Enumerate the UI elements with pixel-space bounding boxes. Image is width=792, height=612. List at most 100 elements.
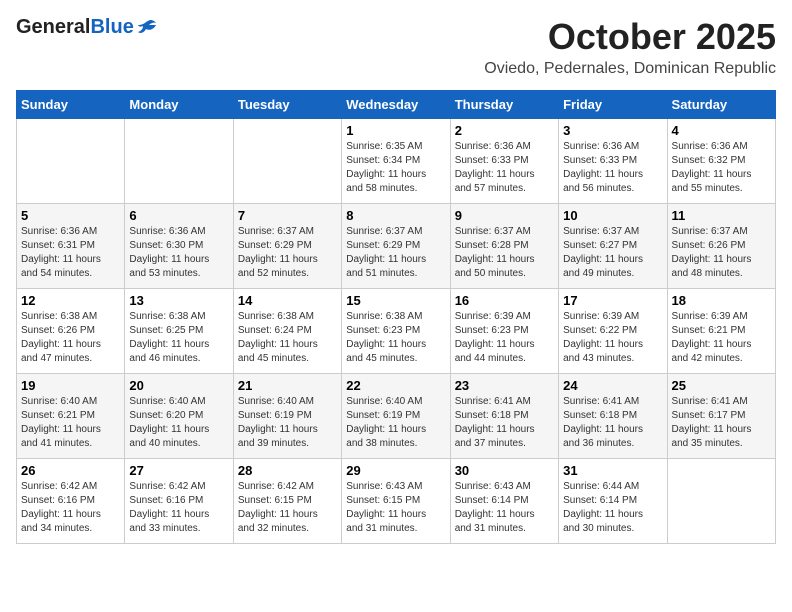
- day-number: 18: [672, 293, 771, 308]
- col-monday: Monday: [125, 91, 233, 119]
- day-info: Sunrise: 6:39 AMSunset: 6:23 PMDaylight:…: [455, 310, 554, 366]
- day-number: 23: [455, 378, 554, 393]
- col-saturday: Saturday: [667, 91, 775, 119]
- table-row: 11Sunrise: 6:37 AMSunset: 6:26 PMDayligh…: [667, 204, 775, 289]
- col-tuesday: Tuesday: [233, 91, 341, 119]
- table-row: 31 Sunrise: 6:44 AMSunset: 6:14 PMDayligh…: [559, 459, 667, 544]
- calendar-week-row: 12Sunrise: 6:38 AMSunset: 6:26 PMDayligh…: [17, 289, 776, 374]
- calendar-week-row: 26 Sunrise: 6:42 AMSunset: 6:16 PMDayligh…: [17, 459, 776, 544]
- table-row: 16 Sunrise: 6:39 AMSunset: 6:23 PMDayligh…: [450, 289, 558, 374]
- table-row: [233, 119, 341, 204]
- table-row: 18 Sunrise: 6:39 AMSunset: 6:21 PMDayligh…: [667, 289, 775, 374]
- table-row: 6 Sunrise: 6:36 AMSunset: 6:30 PMDaylight…: [125, 204, 233, 289]
- day-info: Sunrise: 6:40 AMSunset: 6:19 PMDaylight:…: [346, 395, 445, 451]
- day-number: 1: [346, 123, 445, 138]
- day-number: 21: [238, 378, 337, 393]
- title-section: October 2025 Oviedo, Pedernales, Dominic…: [484, 16, 776, 78]
- table-row: 3 Sunrise: 6:36 AMSunset: 6:33 PMDaylight…: [559, 119, 667, 204]
- day-number: 6: [129, 208, 228, 223]
- day-number: 31: [563, 463, 662, 478]
- day-number: 16: [455, 293, 554, 308]
- day-number: 28: [238, 463, 337, 478]
- day-number: 10: [563, 208, 662, 223]
- table-row: 23 Sunrise: 6:41 AMSunset: 6:18 PMDayligh…: [450, 374, 558, 459]
- logo-general-text: General: [16, 16, 90, 39]
- table-row: 7Sunrise: 6:37 AMSunset: 6:29 PMDaylight…: [233, 204, 341, 289]
- page-container: General Blue October 2025 Oviedo, Pedern…: [16, 16, 776, 544]
- table-row: 9Sunrise: 6:37 AMSunset: 6:28 PMDaylight…: [450, 204, 558, 289]
- day-info: Sunrise: 6:37 AMSunset: 6:27 PMDaylight:…: [563, 225, 662, 281]
- day-number: 17: [563, 293, 662, 308]
- day-number: 2: [455, 123, 554, 138]
- day-info: Sunrise: 6:36 AMSunset: 6:31 PMDaylight:…: [21, 225, 120, 281]
- day-number: 25: [672, 378, 771, 393]
- day-info: Sunrise: 6:36 AMSunset: 6:30 PMDaylight:…: [129, 225, 228, 281]
- table-row: [667, 459, 775, 544]
- table-row: 1 Sunrise: 6:35 AMSunset: 6:34 PMDaylight…: [342, 119, 450, 204]
- logo-bird-icon: [136, 17, 158, 39]
- table-row: [17, 119, 125, 204]
- day-info: Sunrise: 6:41 AMSunset: 6:18 PMDaylight:…: [563, 395, 662, 451]
- day-number: 27: [129, 463, 228, 478]
- day-number: 19: [21, 378, 120, 393]
- calendar-header-row: Sunday Monday Tuesday Wednesday Thursday…: [17, 91, 776, 119]
- day-number: 29: [346, 463, 445, 478]
- day-info: Sunrise: 6:37 AMSunset: 6:26 PMDaylight:…: [672, 225, 771, 281]
- table-row: 20 Sunrise: 6:40 AMSunset: 6:20 PMDayligh…: [125, 374, 233, 459]
- day-info: Sunrise: 6:39 AMSunset: 6:21 PMDaylight:…: [672, 310, 771, 366]
- table-row: 12Sunrise: 6:38 AMSunset: 6:26 PMDayligh…: [17, 289, 125, 374]
- day-info: Sunrise: 6:36 AMSunset: 6:33 PMDaylight:…: [563, 140, 662, 196]
- table-row: 10 Sunrise: 6:37 AMSunset: 6:27 PMDayligh…: [559, 204, 667, 289]
- table-row: 24 Sunrise: 6:41 AMSunset: 6:18 PMDayligh…: [559, 374, 667, 459]
- day-number: 20: [129, 378, 228, 393]
- table-row: 21 Sunrise: 6:40 AMSunset: 6:19 PMDayligh…: [233, 374, 341, 459]
- table-row: 13Sunrise: 6:38 AMSunset: 6:25 PMDayligh…: [125, 289, 233, 374]
- day-info: Sunrise: 6:37 AMSunset: 6:29 PMDaylight:…: [238, 225, 337, 281]
- table-row: [125, 119, 233, 204]
- day-number: 26: [21, 463, 120, 478]
- day-info: Sunrise: 6:38 AMSunset: 6:26 PMDaylight:…: [21, 310, 120, 366]
- logo-blue-text: Blue: [90, 16, 133, 39]
- table-row: 17 Sunrise: 6:39 AMSunset: 6:22 PMDayligh…: [559, 289, 667, 374]
- day-info: Sunrise: 6:42 AMSunset: 6:16 PMDaylight:…: [129, 480, 228, 536]
- table-row: 27 Sunrise: 6:42 AMSunset: 6:16 PMDayligh…: [125, 459, 233, 544]
- day-info: Sunrise: 6:38 AMSunset: 6:24 PMDaylight:…: [238, 310, 337, 366]
- day-info: Sunrise: 6:42 AMSunset: 6:15 PMDaylight:…: [238, 480, 337, 536]
- day-info: Sunrise: 6:37 AMSunset: 6:29 PMDaylight:…: [346, 225, 445, 281]
- calendar-week-row: 1 Sunrise: 6:35 AMSunset: 6:34 PMDaylight…: [17, 119, 776, 204]
- day-number: 22: [346, 378, 445, 393]
- table-row: 8 Sunrise: 6:37 AMSunset: 6:29 PMDaylight…: [342, 204, 450, 289]
- day-number: 3: [563, 123, 662, 138]
- day-info: Sunrise: 6:43 AMSunset: 6:15 PMDaylight:…: [346, 480, 445, 536]
- day-info: Sunrise: 6:44 AMSunset: 6:14 PMDaylight:…: [563, 480, 662, 536]
- table-row: 25 Sunrise: 6:41 AMSunset: 6:17 PMDayligh…: [667, 374, 775, 459]
- day-info: Sunrise: 6:40 AMSunset: 6:20 PMDaylight:…: [129, 395, 228, 451]
- table-row: 15Sunrise: 6:38 AMSunset: 6:23 PMDayligh…: [342, 289, 450, 374]
- day-number: 9: [455, 208, 554, 223]
- day-info: Sunrise: 6:36 AMSunset: 6:33 PMDaylight:…: [455, 140, 554, 196]
- table-row: 28 Sunrise: 6:42 AMSunset: 6:15 PMDayligh…: [233, 459, 341, 544]
- logo: General Blue: [16, 16, 158, 39]
- day-info: Sunrise: 6:40 AMSunset: 6:21 PMDaylight:…: [21, 395, 120, 451]
- day-number: 5: [21, 208, 120, 223]
- day-info: Sunrise: 6:41 AMSunset: 6:17 PMDaylight:…: [672, 395, 771, 451]
- header: General Blue October 2025 Oviedo, Pedern…: [16, 16, 776, 78]
- calendar-title: October 2025: [484, 16, 776, 58]
- day-info: Sunrise: 6:42 AMSunset: 6:16 PMDaylight:…: [21, 480, 120, 536]
- table-row: 22 Sunrise: 6:40 AMSunset: 6:19 PMDayligh…: [342, 374, 450, 459]
- day-info: Sunrise: 6:38 AMSunset: 6:23 PMDaylight:…: [346, 310, 445, 366]
- day-number: 24: [563, 378, 662, 393]
- day-info: Sunrise: 6:35 AMSunset: 6:34 PMDaylight:…: [346, 140, 445, 196]
- calendar-week-row: 5 Sunrise: 6:36 AMSunset: 6:31 PMDaylight…: [17, 204, 776, 289]
- table-row: 19 Sunrise: 6:40 AMSunset: 6:21 PMDayligh…: [17, 374, 125, 459]
- table-row: 26 Sunrise: 6:42 AMSunset: 6:16 PMDayligh…: [17, 459, 125, 544]
- day-info: Sunrise: 6:39 AMSunset: 6:22 PMDaylight:…: [563, 310, 662, 366]
- table-row: 2 Sunrise: 6:36 AMSunset: 6:33 PMDaylight…: [450, 119, 558, 204]
- day-number: 13: [129, 293, 228, 308]
- day-info: Sunrise: 6:41 AMSunset: 6:18 PMDaylight:…: [455, 395, 554, 451]
- col-thursday: Thursday: [450, 91, 558, 119]
- col-wednesday: Wednesday: [342, 91, 450, 119]
- day-number: 8: [346, 208, 445, 223]
- day-info: Sunrise: 6:40 AMSunset: 6:19 PMDaylight:…: [238, 395, 337, 451]
- table-row: 14Sunrise: 6:38 AMSunset: 6:24 PMDayligh…: [233, 289, 341, 374]
